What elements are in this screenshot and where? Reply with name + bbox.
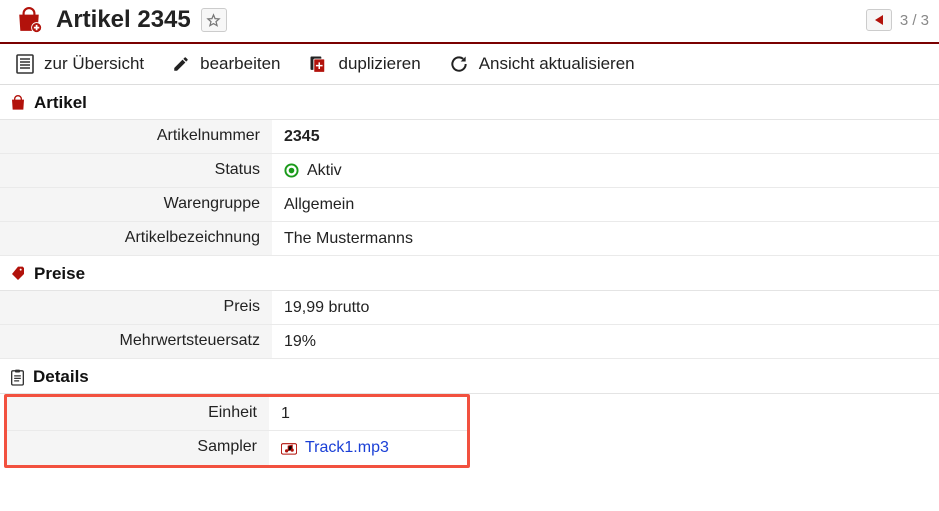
status-text: Aktiv (307, 162, 342, 180)
section-header-preise: Preise (0, 256, 939, 291)
value-status: Aktiv (272, 154, 939, 187)
refresh-button[interactable]: Ansicht aktualisieren (449, 54, 635, 74)
duplicate-label: duplizieren (338, 54, 420, 74)
row-warengruppe: Warengruppe Allgemein (0, 188, 939, 222)
status-active-icon (284, 163, 299, 178)
shopping-bag-icon (16, 7, 42, 33)
value-sampler: Track1.mp3 (269, 431, 467, 465)
section-title-preise: Preise (34, 264, 85, 284)
value-artikelbezeichnung: The Mustermanns (272, 222, 939, 255)
row-einheit: Einheit 1 (7, 397, 467, 431)
section-header-artikel: Artikel (0, 85, 939, 120)
row-artikelnummer: Artikelnummer 2345 (0, 120, 939, 154)
value-mwst: 19% (272, 325, 939, 358)
label-preis: Preis (0, 291, 272, 324)
row-status: Status Aktiv (0, 154, 939, 188)
label-warengruppe: Warengruppe (0, 188, 272, 221)
row-sampler: Sampler Track1.mp3 (7, 431, 467, 465)
edit-label: bearbeiten (200, 54, 280, 74)
value-einheit: 1 (269, 397, 467, 430)
refresh-label: Ansicht aktualisieren (479, 54, 635, 74)
pager-text: 3 / 3 (900, 12, 929, 29)
page-header: Artikel 2345 3 / 3 (0, 0, 939, 38)
tag-icon (10, 266, 26, 282)
section-title-details: Details (33, 367, 89, 387)
duplicate-button[interactable]: duplizieren (308, 54, 420, 74)
details-highlight: Einheit 1 Sampler Track1.mp3 (4, 394, 470, 468)
audio-file-icon (281, 442, 297, 455)
pencil-icon (172, 55, 190, 73)
label-einheit: Einheit (7, 397, 269, 430)
label-artikelbezeichnung: Artikelbezeichnung (0, 222, 272, 255)
section-title-artikel: Artikel (34, 93, 87, 113)
value-preis: 19,99 brutto (272, 291, 939, 324)
label-artikelnummer: Artikelnummer (0, 120, 272, 153)
label-status: Status (0, 154, 272, 187)
clipboard-icon (10, 369, 25, 386)
overview-button[interactable]: zur Übersicht (16, 54, 144, 74)
list-icon (16, 54, 34, 74)
row-mwst: Mehrwertsteuersatz 19% (0, 325, 939, 359)
sampler-link[interactable]: Track1.mp3 (305, 439, 389, 457)
row-artikelbezeichnung: Artikelbezeichnung The Mustermanns (0, 222, 939, 256)
page-title: Artikel 2345 (56, 6, 191, 34)
shopping-bag-small-icon (10, 95, 26, 111)
record-pager: 3 / 3 (866, 9, 929, 31)
row-preis: Preis 19,99 brutto (0, 291, 939, 325)
refresh-icon (449, 54, 469, 74)
triangle-left-icon (874, 14, 884, 26)
section-header-details: Details (0, 359, 939, 394)
duplicate-icon (308, 54, 328, 74)
prev-record-button[interactable] (866, 9, 892, 31)
star-icon (206, 13, 221, 28)
label-mwst: Mehrwertsteuersatz (0, 325, 272, 358)
value-warengruppe: Allgemein (272, 188, 939, 221)
toolbar: zur Übersicht bearbeiten duplizieren Ans… (0, 44, 939, 85)
label-sampler: Sampler (7, 431, 269, 465)
edit-button[interactable]: bearbeiten (172, 54, 280, 74)
favorite-button[interactable] (201, 8, 227, 32)
value-artikelnummer: 2345 (272, 120, 939, 153)
overview-label: zur Übersicht (44, 54, 144, 74)
